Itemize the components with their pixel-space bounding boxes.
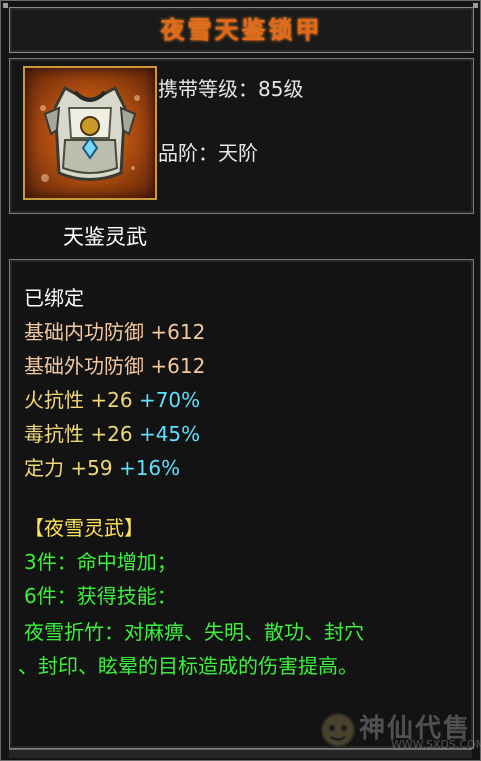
level-requirement: 携带等级：85级 [158, 77, 304, 101]
stat-row: 火抗性 +26 +70% [24, 384, 200, 413]
stat-row: 基础外功防御 +612 [24, 350, 205, 379]
stat-label: 定力 [24, 456, 64, 480]
watermark: 神仙代售 WWW.SXDS.COM [319, 706, 481, 754]
stat-row: 基础内功防御 +612 [24, 316, 205, 345]
item-header-panel: 携带等级：85级 品阶：天阶 [9, 58, 474, 214]
stat-percent: +45% [138, 422, 201, 446]
stat-label: 基础外功防御 [24, 354, 144, 378]
set-bonus-6: 6件：获得技能： [24, 584, 177, 608]
set-skill-desc: 、封印、眩晕的目标造成的伤害提高。 [18, 654, 358, 678]
bound-status: 已绑定 [24, 286, 84, 310]
stat-label: 火抗性 [24, 388, 84, 412]
stat-value: +59 [70, 456, 113, 480]
stat-value: +612 [150, 320, 206, 344]
set-name: 【夜雪灵武】 [24, 516, 144, 540]
item-name: 夜雪天鉴锁甲 [160, 15, 323, 44]
tooltip-frame: 夜雪天鉴锁甲 携带等级：85级 品阶：天阶 天鉴灵武 已绑定 基础内功防御 +6… [0, 0, 481, 761]
title-bar: 夜雪天鉴锁甲 [9, 7, 474, 53]
item-caption: 天鉴灵武 [63, 225, 147, 249]
stat-row: 定力 +59 +16% [24, 452, 180, 481]
armor-vest-icon [23, 66, 157, 200]
stat-value: +26 [90, 422, 133, 446]
bottom-border [9, 749, 472, 758]
item-details-panel: 已绑定 基础内功防御 +612 基础外功防御 +612 火抗性 +26 +70%… [9, 259, 474, 749]
corner-ornament [3, 3, 8, 8]
set-bonus-3: 3件：命中增加； [24, 550, 177, 574]
set-skill-desc: 夜雪折竹：对麻痹、失明、散功、封穴 [24, 620, 364, 644]
stat-label: 基础内功防御 [24, 320, 144, 344]
stat-percent: +16% [118, 456, 181, 480]
stat-label: 毒抗性 [24, 422, 84, 446]
item-grade: 品阶：天阶 [158, 141, 258, 165]
stat-value: +612 [150, 354, 206, 378]
stat-row: 毒抗性 +26 +45% [24, 418, 200, 447]
mascot-icon [321, 713, 355, 747]
stat-value: +26 [90, 388, 133, 412]
stat-percent: +70% [138, 388, 201, 412]
